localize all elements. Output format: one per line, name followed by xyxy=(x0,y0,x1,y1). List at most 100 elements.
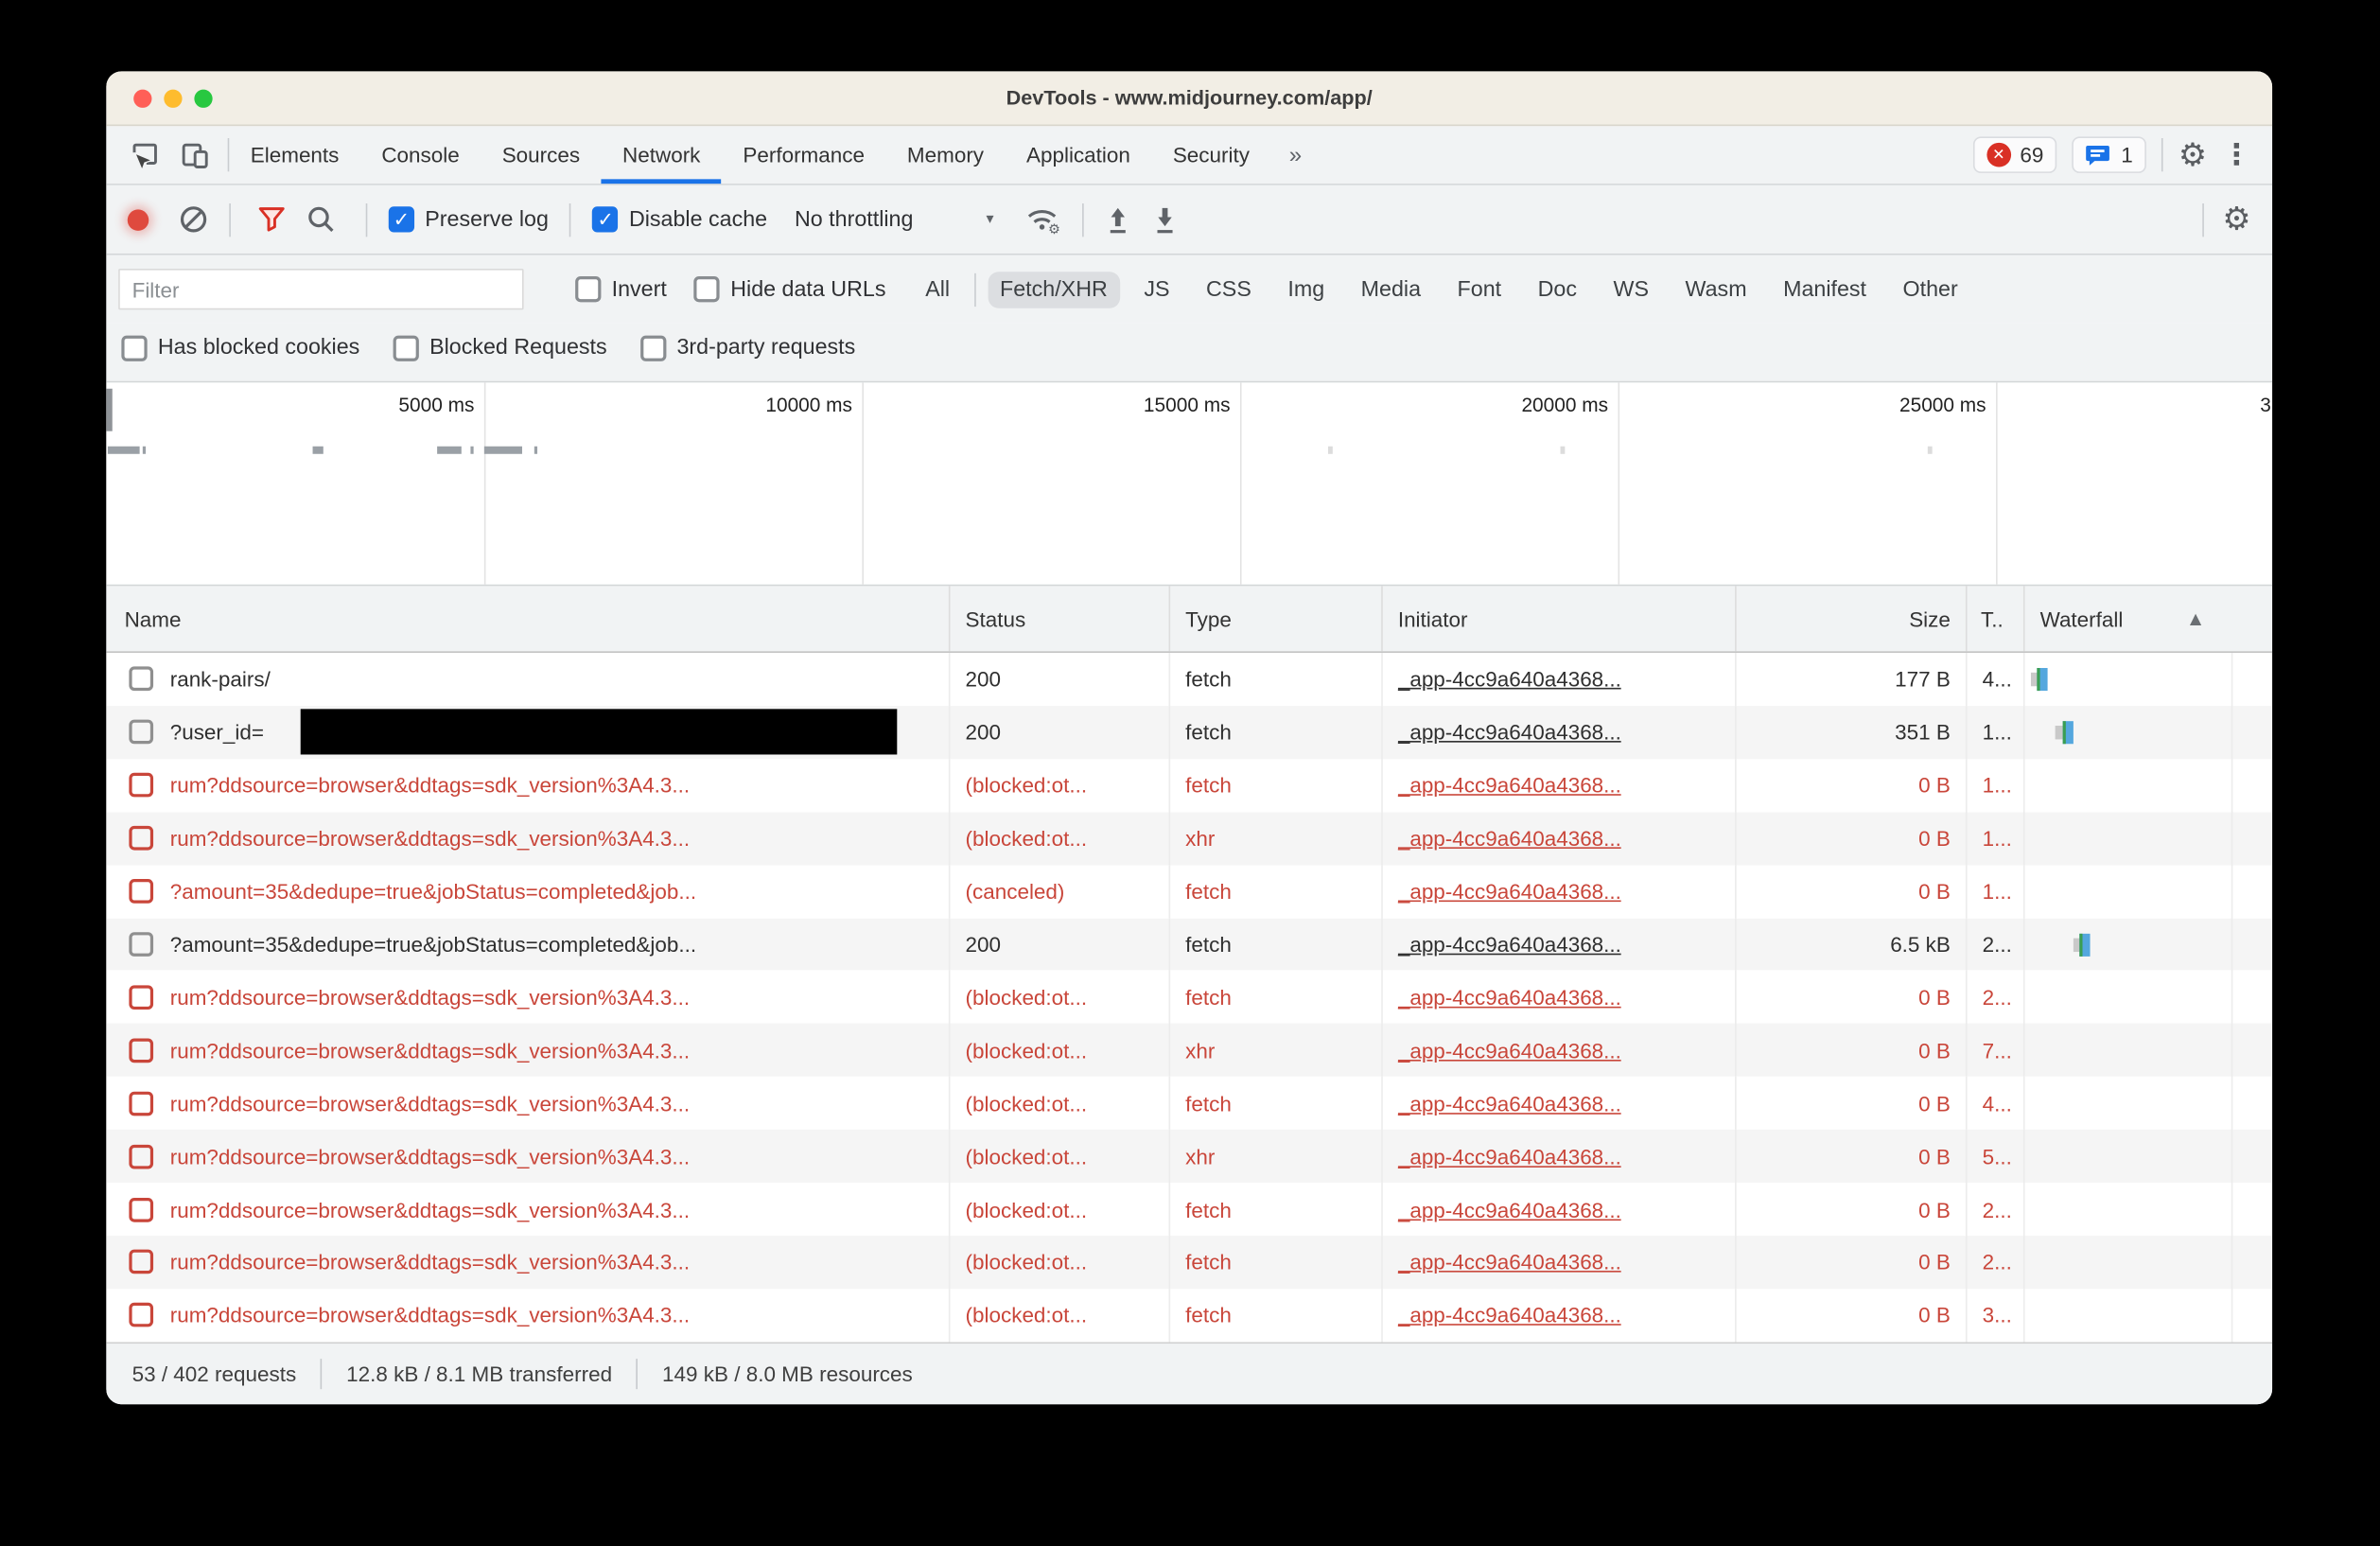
table-row[interactable]: rum?ddsource=browser&ddtags=sdk_version%… xyxy=(106,1236,2272,1289)
row-checkbox[interactable] xyxy=(129,985,153,1010)
row-checkbox[interactable] xyxy=(129,826,153,851)
filter-type-doc[interactable]: Doc xyxy=(1526,271,1589,307)
table-row[interactable]: ?user_id= 200 fetch _app-4cc9a640a4368..… xyxy=(106,706,2272,759)
3rd-party-requests-control[interactable]: 3rd-party requests xyxy=(640,335,855,360)
row-checkbox[interactable] xyxy=(129,879,153,904)
filter-type-fetchxhr[interactable]: Fetch/XHR xyxy=(988,271,1119,307)
initiator-link[interactable]: _app-4cc9a640a4368... xyxy=(1398,667,1621,692)
kebab-menu-icon[interactable]: ⋮ xyxy=(2222,137,2250,172)
row-checkbox[interactable] xyxy=(129,1303,153,1327)
tab-elements[interactable]: Elements xyxy=(229,126,360,184)
filter-type-media[interactable]: Media xyxy=(1349,271,1433,307)
row-checkbox[interactable] xyxy=(129,720,153,745)
invert-control[interactable]: Invert xyxy=(575,276,667,302)
initiator-link[interactable]: _app-4cc9a640a4368... xyxy=(1398,1303,1621,1327)
more-tabs-chevron[interactable]: » xyxy=(1270,126,1320,184)
error-count-badge[interactable]: ✕ 69 xyxy=(1973,136,2057,173)
initiator-link[interactable]: _app-4cc9a640a4368... xyxy=(1398,773,1621,798)
filter-type-ws[interactable]: WS xyxy=(1601,271,1661,307)
column-header-status[interactable]: Status xyxy=(950,586,1170,651)
request-name[interactable]: rum?ddsource=browser&ddtags=sdk_version%… xyxy=(170,1250,690,1274)
initiator-link[interactable]: _app-4cc9a640a4368... xyxy=(1398,1091,1621,1116)
filter-type-font[interactable]: Font xyxy=(1445,271,1514,307)
close-window-button[interactable] xyxy=(133,89,151,107)
initiator-link[interactable]: _app-4cc9a640a4368... xyxy=(1398,720,1621,745)
row-checkbox[interactable] xyxy=(129,932,153,957)
row-checkbox[interactable] xyxy=(129,667,153,692)
invert-checkbox[interactable] xyxy=(575,276,601,302)
throttling-select[interactable]: No throttling ▾ xyxy=(795,207,994,232)
column-header-waterfall[interactable]: Waterfall ▲ xyxy=(2025,586,2273,651)
initiator-link[interactable]: _app-4cc9a640a4368... xyxy=(1398,1144,1621,1168)
disable-cache-checkbox[interactable]: ✓ xyxy=(592,206,618,232)
tab-memory[interactable]: Memory xyxy=(885,126,1005,184)
clear-button[interactable] xyxy=(179,205,207,234)
timeline-scrubber[interactable] xyxy=(106,389,112,431)
network-settings-gear-icon[interactable]: ⚙ xyxy=(2222,203,2250,236)
blocked-requests-control[interactable]: Blocked Requests xyxy=(394,335,607,360)
blocked-requests-checkbox[interactable] xyxy=(394,335,419,360)
issues-badge[interactable]: 1 xyxy=(2073,136,2146,173)
request-name[interactable]: ?amount=35&dedupe=true&jobStatus=complet… xyxy=(170,932,696,957)
request-name[interactable]: rum?ddsource=browser&ddtags=sdk_version%… xyxy=(170,985,690,1010)
request-name[interactable]: rank-pairs/ xyxy=(170,667,271,692)
tab-application[interactable]: Application xyxy=(1006,126,1152,184)
has-blocked-cookies-checkbox[interactable] xyxy=(121,335,147,360)
tab-performance[interactable]: Performance xyxy=(722,126,886,184)
column-header-name[interactable]: Name xyxy=(106,586,950,651)
preserve-log-checkbox[interactable]: ✓ xyxy=(389,206,414,232)
request-name[interactable]: rum?ddsource=browser&ddtags=sdk_version%… xyxy=(170,1038,690,1063)
disable-cache-control[interactable]: ✓ Disable cache xyxy=(592,206,767,232)
table-row[interactable]: rum?ddsource=browser&ddtags=sdk_version%… xyxy=(106,1289,2272,1342)
zoom-window-button[interactable] xyxy=(194,89,212,107)
table-row[interactable]: ?amount=35&dedupe=true&jobStatus=complet… xyxy=(106,918,2272,971)
initiator-link[interactable]: _app-4cc9a640a4368... xyxy=(1398,826,1621,851)
table-row[interactable]: rum?ddsource=browser&ddtags=sdk_version%… xyxy=(106,971,2272,1024)
device-toolbar-icon[interactable] xyxy=(181,140,209,168)
import-har-icon[interactable] xyxy=(1105,204,1130,235)
row-checkbox[interactable] xyxy=(129,1197,153,1221)
table-row[interactable]: rum?ddsource=browser&ddtags=sdk_version%… xyxy=(106,759,2272,812)
request-name[interactable]: rum?ddsource=browser&ddtags=sdk_version%… xyxy=(170,1197,690,1221)
timeline-overview[interactable]: 5000 ms10000 ms15000 ms20000 ms25000 ms3 xyxy=(106,382,2272,586)
record-button[interactable] xyxy=(128,209,149,230)
filter-type-css[interactable]: CSS xyxy=(1194,271,1264,307)
table-row[interactable]: rank-pairs/ 200 fetch _app-4cc9a640a4368… xyxy=(106,653,2272,706)
request-name[interactable]: rum?ddsource=browser&ddtags=sdk_version%… xyxy=(170,1144,690,1168)
table-row[interactable]: rum?ddsource=browser&ddtags=sdk_version%… xyxy=(106,1183,2272,1236)
filter-type-all[interactable]: All xyxy=(913,271,962,307)
initiator-link[interactable]: _app-4cc9a640a4368... xyxy=(1398,1038,1621,1063)
filter-funnel-icon[interactable] xyxy=(258,206,286,232)
row-checkbox[interactable] xyxy=(129,773,153,798)
initiator-link[interactable]: _app-4cc9a640a4368... xyxy=(1398,1250,1621,1274)
request-name[interactable]: ?user_id= xyxy=(170,720,264,745)
inspect-element-icon[interactable] xyxy=(131,140,159,168)
tab-console[interactable]: Console xyxy=(360,126,481,184)
filter-type-manifest[interactable]: Manifest xyxy=(1771,271,1879,307)
column-header-type[interactable]: Type xyxy=(1170,586,1383,651)
initiator-link[interactable]: _app-4cc9a640a4368... xyxy=(1398,1197,1621,1221)
search-icon[interactable] xyxy=(306,205,335,234)
filter-type-wasm[interactable]: Wasm xyxy=(1673,271,1759,307)
table-row[interactable]: rum?ddsource=browser&ddtags=sdk_version%… xyxy=(106,1024,2272,1077)
hide-data-urls-control[interactable]: Hide data URLs xyxy=(694,276,886,302)
minimize-window-button[interactable] xyxy=(164,89,182,107)
hide-data-urls-checkbox[interactable] xyxy=(694,276,720,302)
request-name[interactable]: rum?ddsource=browser&ddtags=sdk_version%… xyxy=(170,773,690,798)
tab-sources[interactable]: Sources xyxy=(481,126,601,184)
request-name[interactable]: rum?ddsource=browser&ddtags=sdk_version%… xyxy=(170,826,690,851)
tab-security[interactable]: Security xyxy=(1151,126,1270,184)
initiator-link[interactable]: _app-4cc9a640a4368... xyxy=(1398,879,1621,904)
3rd-party-requests-checkbox[interactable] xyxy=(640,335,666,360)
column-header-initiator[interactable]: Initiator xyxy=(1383,586,1737,651)
tab-network[interactable]: Network xyxy=(602,126,722,184)
table-row[interactable]: rum?ddsource=browser&ddtags=sdk_version%… xyxy=(106,812,2272,865)
table-row[interactable]: rum?ddsource=browser&ddtags=sdk_version%… xyxy=(106,1130,2272,1183)
table-row[interactable]: ?amount=35&dedupe=true&jobStatus=complet… xyxy=(106,865,2272,918)
request-name[interactable]: rum?ddsource=browser&ddtags=sdk_version%… xyxy=(170,1091,690,1116)
initiator-link[interactable]: _app-4cc9a640a4368... xyxy=(1398,985,1621,1010)
column-header-size[interactable]: Size xyxy=(1737,586,1968,651)
table-row[interactable]: rum?ddsource=browser&ddtags=sdk_version%… xyxy=(106,1077,2272,1130)
export-har-icon[interactable] xyxy=(1151,204,1177,235)
row-checkbox[interactable] xyxy=(129,1144,153,1168)
